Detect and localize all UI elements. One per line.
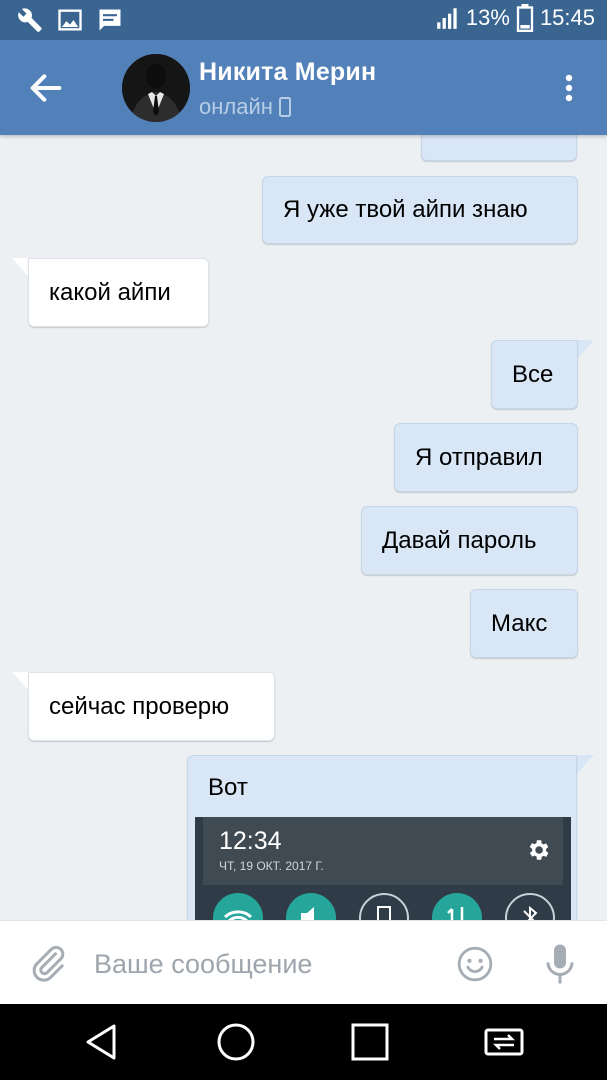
message-bubble-outgoing[interactable] <box>421 135 577 161</box>
bluetooth-icon <box>505 893 555 920</box>
battery-percent: 13% <box>465 5 510 30</box>
contact-status: онлайн <box>199 94 291 120</box>
message-bubble-image[interactable]: Вот 12:34 ЧТ, 19 ОКТ. 2017 Г. <box>187 755 577 920</box>
message-text: Я отправил <box>415 443 543 471</box>
emoji-icon[interactable] <box>456 945 494 983</box>
recents-icon[interactable] <box>348 1020 392 1064</box>
message-bubble-outgoing[interactable]: Я отправил <box>394 423 578 492</box>
message-text: сейчас проверю <box>49 692 230 720</box>
message-bubble-outgoing[interactable]: Я уже твой айпи знаю <box>262 176 578 244</box>
message-bubble-outgoing[interactable]: Все <box>491 340 578 409</box>
message-input[interactable] <box>94 941 434 987</box>
clock: 15:45 <box>539 5 595 30</box>
message-composer <box>0 920 607 1004</box>
avatar[interactable] <box>122 54 190 122</box>
back-icon[interactable] <box>80 1020 124 1064</box>
paperclip-icon[interactable] <box>28 943 68 983</box>
shade-date: ЧТ, 19 ОКТ. 2017 Г. <box>219 859 324 873</box>
bubble-tail <box>576 340 594 360</box>
message-text: Я уже твой айпи знаю <box>283 196 528 223</box>
wrench-icon <box>18 8 42 33</box>
message-bubble-incoming[interactable]: какой айпи <box>28 258 209 327</box>
switch-sim-icon[interactable] <box>482 1020 526 1064</box>
battery-icon <box>516 4 534 32</box>
bubble-tail <box>576 755 594 775</box>
message-icon <box>99 9 121 31</box>
shade-time: 12:34 <box>219 827 282 855</box>
message-text: Вот <box>208 774 248 801</box>
message-text: Все <box>512 360 554 388</box>
signal-icon <box>437 8 457 29</box>
notification-shade-header: 12:34 ЧТ, 19 ОКТ. 2017 Г. <box>203 817 563 885</box>
message-bubble-outgoing[interactable]: Давай пароль <box>361 506 578 575</box>
more-vert-icon[interactable] <box>557 70 581 106</box>
gear-icon <box>529 840 549 860</box>
attached-screenshot[interactable]: 12:34 ЧТ, 19 ОКТ. 2017 Г. <box>195 817 571 920</box>
message-bubble-incoming[interactable]: сейчас проверю <box>28 672 275 741</box>
data-icon <box>432 893 482 920</box>
rotate-icon <box>359 893 409 920</box>
contact-name[interactable]: Никита Мерин <box>199 58 376 87</box>
message-text: Давай пароль <box>382 526 537 554</box>
message-bubble-outgoing[interactable]: Макс <box>470 589 578 658</box>
message-list[interactable]: Я уже твой айпи знаю какой айпи Все Я от… <box>0 135 607 920</box>
image-icon <box>58 9 82 31</box>
mic-icon[interactable] <box>545 943 575 985</box>
home-icon[interactable] <box>214 1020 258 1064</box>
mobile-icon <box>278 97 291 117</box>
status-text: онлайн <box>199 94 273 119</box>
volume-icon <box>286 893 336 920</box>
chat-header: Никита Мерин онлайн <box>0 40 607 135</box>
wifi-icon <box>213 893 263 920</box>
system-nav-bar <box>0 1004 607 1080</box>
status-bar: 13% 15:45 <box>0 0 607 40</box>
message-text: какой айпи <box>49 278 171 306</box>
message-text: Макс <box>491 609 548 637</box>
back-arrow-icon[interactable] <box>26 68 66 108</box>
